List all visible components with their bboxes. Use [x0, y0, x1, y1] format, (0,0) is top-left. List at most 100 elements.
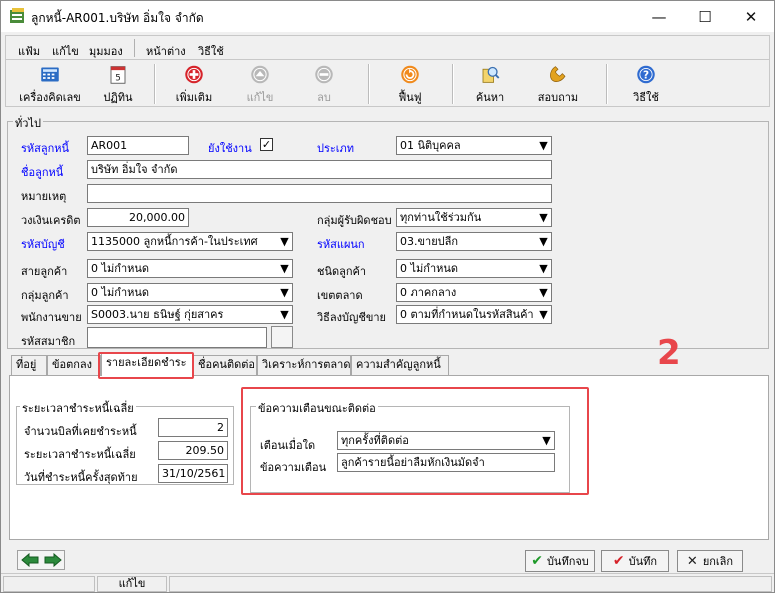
help-icon: ?: [637, 65, 655, 84]
search-button[interactable]: ค้นหา: [462, 60, 518, 106]
chevron-down-icon: ▼: [539, 262, 548, 275]
restore-button[interactable]: ฟื้นฟู: [382, 60, 438, 106]
toolbar-separator: [452, 64, 453, 104]
menu-edit[interactable]: แก้ไข: [52, 42, 79, 60]
chevron-down-icon: ▼: [280, 308, 289, 321]
calculator-label: เครื่องคิดเลข: [19, 91, 81, 104]
toolbar-separator: [154, 64, 155, 104]
salesman-label: พนักงานขาย: [21, 311, 82, 324]
add-label: เพิ่มเติม: [175, 91, 213, 104]
market-zone-select[interactable]: 0 ภาคกลาง ▼: [396, 283, 552, 302]
customer-type-label: ประเภท: [317, 142, 355, 155]
customer-type-select[interactable]: 01 นิติบุคคล ▼: [396, 136, 552, 155]
posting-method-label: วิธีลงบัญชีขาย: [317, 311, 386, 324]
last-payment-input[interactable]: 31/10/2561: [158, 464, 228, 483]
status-bar: แก้ไข: [1, 573, 774, 592]
menu-window[interactable]: หน้าต่าง: [146, 42, 186, 60]
app-icon: [10, 8, 24, 23]
toolbar-separator: [606, 64, 607, 104]
delete-icon: [315, 65, 333, 84]
step-number: 2: [657, 333, 681, 373]
last-payment-label: วันที่ชำระหนี้ครั้งสุดท้าย: [24, 471, 138, 484]
help-label: วิธีใช้: [633, 91, 659, 104]
active-tab-highlight: [98, 352, 194, 379]
save-close-button[interactable]: ✔ บันทึกจบ: [525, 550, 595, 572]
member-code-input[interactable]: [87, 327, 267, 348]
chevron-down-icon: ▼: [539, 308, 548, 321]
calendar-button[interactable]: 5 ปฏิทิน: [90, 60, 146, 106]
customer-kind-value: 0 ไม่กำหนด: [400, 262, 459, 275]
add-button[interactable]: เพิ่มเติม: [166, 60, 222, 106]
title-bar: ลูกหนี้-AR001.บริษัท อิ่มใจ จำกัด — ☐ ✕: [1, 1, 774, 32]
chevron-down-icon: ▼: [280, 235, 289, 248]
chevron-down-icon: ▼: [539, 139, 548, 152]
customer-kind-select[interactable]: 0 ไม่กำหนด ▼: [396, 259, 552, 278]
close-button[interactable]: ✕: [728, 1, 774, 32]
department-select[interactable]: 03.ขายปลีก ▼: [396, 232, 552, 251]
arrow-left-icon[interactable]: [21, 553, 39, 567]
responsible-group-select[interactable]: ทุกท่านใช้ร่วมกัน ▼: [396, 208, 552, 227]
chevron-down-icon: ▼: [539, 211, 548, 224]
calculator-icon: [41, 67, 59, 82]
remark-label: หมายเหตุ: [21, 190, 67, 203]
delete-button[interactable]: ลบ: [296, 60, 352, 106]
customer-line-select[interactable]: 0 ไม่กำหนด ▼: [87, 259, 293, 278]
edit-icon: [251, 65, 269, 84]
credit-limit-input[interactable]: 20,000.00: [87, 208, 189, 227]
svg-text:?: ?: [643, 69, 649, 81]
customer-name-input[interactable]: บริษัท อิ่มใจ จำกัด: [87, 160, 552, 179]
tab-customer-priority[interactable]: ความสำคัญลูกหนี้: [351, 355, 449, 375]
search-icon: [482, 66, 500, 83]
customer-code-label: รหัสลูกหนี้: [21, 142, 70, 155]
market-zone-value: 0 ภาคกลาง: [400, 286, 457, 299]
general-group-title: ทั่วไป: [13, 114, 43, 132]
alert-highlight: [241, 387, 589, 495]
customer-group-select[interactable]: 0 ไม่กำหนด ▼: [87, 283, 293, 302]
average-period-input[interactable]: 209.50: [158, 441, 228, 460]
window-title: ลูกหนี้-AR001.บริษัท อิ่มใจ จำกัด: [31, 11, 204, 25]
account-code-value: 1135000 ลูกหนี้การค้า-ในประเทศ: [91, 235, 258, 248]
maximize-button[interactable]: ☐: [682, 1, 728, 32]
toolbar-separator: [368, 64, 369, 104]
save-button[interactable]: ✔ บันทึก: [601, 550, 669, 572]
posting-method-value: 0 ตามที่กำหนดในรหัสสินค้า: [400, 308, 534, 321]
status-panel: [169, 576, 772, 592]
customer-code-input[interactable]: AR001: [87, 136, 189, 155]
posting-method-select[interactable]: 0 ตามที่กำหนดในรหัสสินค้า ▼: [396, 305, 552, 324]
tab-market-analysis[interactable]: วิเคราะห์การตลาด: [257, 355, 351, 375]
menu-help[interactable]: วิธีใช้: [198, 42, 224, 60]
member-lookup-button[interactable]: [271, 326, 293, 348]
inquiry-button[interactable]: สอบถาม: [530, 60, 586, 106]
credit-limit-label: วงเงินเครดิต: [21, 214, 81, 227]
tab-contacts[interactable]: ชื่อคนติดต่อ: [193, 355, 257, 375]
cancel-label: ยกเลิก: [702, 555, 734, 568]
active-checkbox[interactable]: ✓: [260, 138, 273, 151]
bill-count-input[interactable]: 2: [158, 418, 228, 437]
search-label: ค้นหา: [475, 91, 505, 104]
check-icon: ✔: [612, 553, 625, 569]
calculator-button[interactable]: เครื่องคิดเลข: [12, 60, 88, 106]
tab-terms[interactable]: ข้อตกลง: [47, 355, 101, 375]
salesman-select[interactable]: S0003.นาย ธนิษฐ์ กุ่ยสาคร ▼: [87, 305, 293, 324]
account-code-select[interactable]: 1135000 ลูกหนี้การค้า-ในประเทศ ▼: [87, 232, 293, 251]
chevron-down-icon: ▼: [280, 286, 289, 299]
edit-button[interactable]: แก้ไข: [232, 60, 288, 106]
menu-file[interactable]: แฟ้ม: [18, 42, 40, 60]
menu-view[interactable]: มุมมอง: [89, 42, 123, 60]
account-code-label: รหัสบัญชี: [21, 238, 65, 251]
chevron-down-icon: ▼: [539, 235, 548, 248]
customer-group-label: กลุ่มลูกค้า: [21, 289, 69, 302]
calendar-icon: 5: [110, 66, 126, 84]
cancel-button[interactable]: ✕ ยกเลิก: [677, 550, 743, 572]
chevron-down-icon: ▼: [280, 262, 289, 275]
minimize-button[interactable]: —: [636, 1, 682, 32]
help-button[interactable]: ? วิธีใช้: [618, 60, 674, 106]
remark-input[interactable]: [87, 184, 552, 203]
save-label: บันทึก: [628, 555, 658, 568]
department-value: 03.ขายปลีก: [400, 235, 459, 248]
tab-address[interactable]: ที่อยู่: [11, 355, 47, 375]
save-close-label: บันทึกจบ: [546, 555, 589, 568]
edit-label: แก้ไข: [246, 91, 274, 104]
arrow-right-icon[interactable]: [44, 553, 62, 567]
menu-bar: แฟ้ม แก้ไข มุมมอง หน้าต่าง วิธีใช้: [5, 35, 770, 60]
